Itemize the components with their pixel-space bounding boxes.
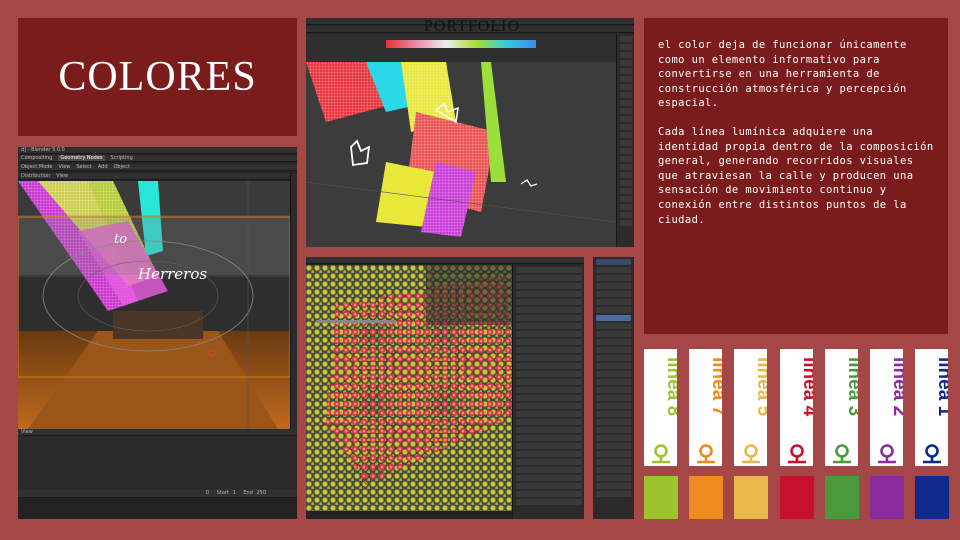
page-title: COLORES: [58, 54, 257, 100]
line-card-2: línea 7: [689, 349, 722, 466]
neon-text-herreros: Herreros: [137, 265, 207, 283]
line-card-5: línea 3: [825, 349, 858, 466]
viewport-menu: Object Mode View Select Add Object: [18, 164, 297, 171]
menu-view[interactable]: View: [59, 164, 71, 170]
line-marker-icon: [652, 444, 670, 464]
line-card-label: línea 5: [753, 357, 767, 417]
viewport-render[interactable]: to Herreros: [18, 181, 297, 429]
line-card-label: línea 1: [934, 357, 948, 417]
top-viewport-render[interactable]: [306, 62, 616, 247]
blender-screenshot-properties: [593, 257, 634, 519]
line-marker-icon: [788, 444, 806, 464]
tab-geometry-nodes[interactable]: Geometry Nodes: [58, 155, 105, 161]
window-title: d] - Blender 5.0.0: [21, 147, 65, 153]
blender-screenshot-top: [306, 18, 634, 247]
timeline-ruler[interactable]: [18, 499, 297, 519]
workspace-tabs: Compositing Geometry Nodes Scripting: [18, 155, 297, 162]
menu-distribution[interactable]: Distribution: [21, 173, 50, 179]
blender-screenshot-particles: [306, 257, 584, 519]
paragraph-1: el color deja de funcionar únicamente co…: [658, 39, 907, 110]
menu-select[interactable]: Select: [76, 164, 91, 170]
line-card-label: línea 4: [799, 357, 813, 417]
tab-scripting[interactable]: Scripting: [111, 155, 133, 161]
color-swatch-2: [689, 476, 723, 519]
header-menu: Distribution View: [18, 173, 297, 180]
particles-render[interactable]: [306, 265, 516, 511]
color-swatch-5: [825, 476, 859, 519]
color-swatch-7: [915, 476, 949, 519]
line-card-4: línea 4: [780, 349, 813, 466]
blender-screenshot-main: d] - Blender 5.0.0 Compositing Geometry N…: [18, 147, 297, 519]
end-label: End: [243, 490, 253, 496]
color-ramp[interactable]: [386, 40, 536, 48]
current-frame[interactable]: 0: [206, 490, 209, 496]
menu-add[interactable]: Add: [98, 164, 108, 170]
outliner-panel[interactable]: [616, 34, 634, 247]
color-swatch-4: [780, 476, 814, 519]
properties-panel[interactable]: [512, 265, 584, 519]
line-marker-icon: [833, 444, 851, 464]
line-cards: línea 8 línea 7 línea 5 línea 4 línea 3 línea…: [644, 349, 948, 467]
line-card-1: línea 8: [644, 349, 677, 466]
particles-header: [306, 257, 584, 264]
line-marker-icon: [697, 444, 715, 464]
start-frame[interactable]: 1: [233, 490, 236, 496]
line-card-3: línea 5: [734, 349, 767, 466]
blender-titlebar: d] - Blender 5.0.0: [18, 147, 297, 154]
line-card-label: línea 3: [844, 357, 858, 416]
line-card-6: línea 2: [870, 349, 903, 466]
line-card-7: línea 1: [915, 349, 948, 466]
playback-controls: 0 Start 1 End 250: [18, 489, 297, 498]
line-card-label: línea 8: [663, 357, 677, 416]
line-marker-icon: [742, 444, 760, 464]
paragraph-2: Cada línea lumínica adquiere una identid…: [658, 125, 934, 226]
color-swatch-3: [734, 476, 768, 519]
timeline-view-menu[interactable]: View: [21, 429, 33, 435]
description-box: el color deja de funcionar únicamente co…: [644, 18, 948, 334]
timeline-header: View: [18, 429, 297, 436]
line-marker-icon: [923, 444, 941, 464]
timeline-editor[interactable]: View: [18, 429, 297, 491]
menu-object[interactable]: Object: [114, 164, 130, 170]
end-frame[interactable]: 250: [256, 490, 266, 496]
portfolio-label: PORTFOLIO: [424, 18, 521, 35]
menu-object-mode[interactable]: Object Mode: [21, 164, 53, 170]
viewport-side-toolbar[interactable]: [290, 173, 297, 433]
neon-text-to: to: [114, 232, 127, 247]
start-label: Start: [216, 490, 229, 496]
node-header-area: [306, 34, 616, 62]
color-swatch-6: [870, 476, 904, 519]
line-marker-icon: [878, 444, 896, 464]
tab-compositing[interactable]: Compositing: [21, 155, 52, 161]
line-card-label: línea 7: [708, 357, 722, 416]
menu-view-2[interactable]: View: [56, 173, 68, 179]
title-box: COLORES: [18, 18, 297, 136]
line-card-label: línea 2: [889, 357, 903, 416]
color-swatch-1: [644, 476, 678, 519]
